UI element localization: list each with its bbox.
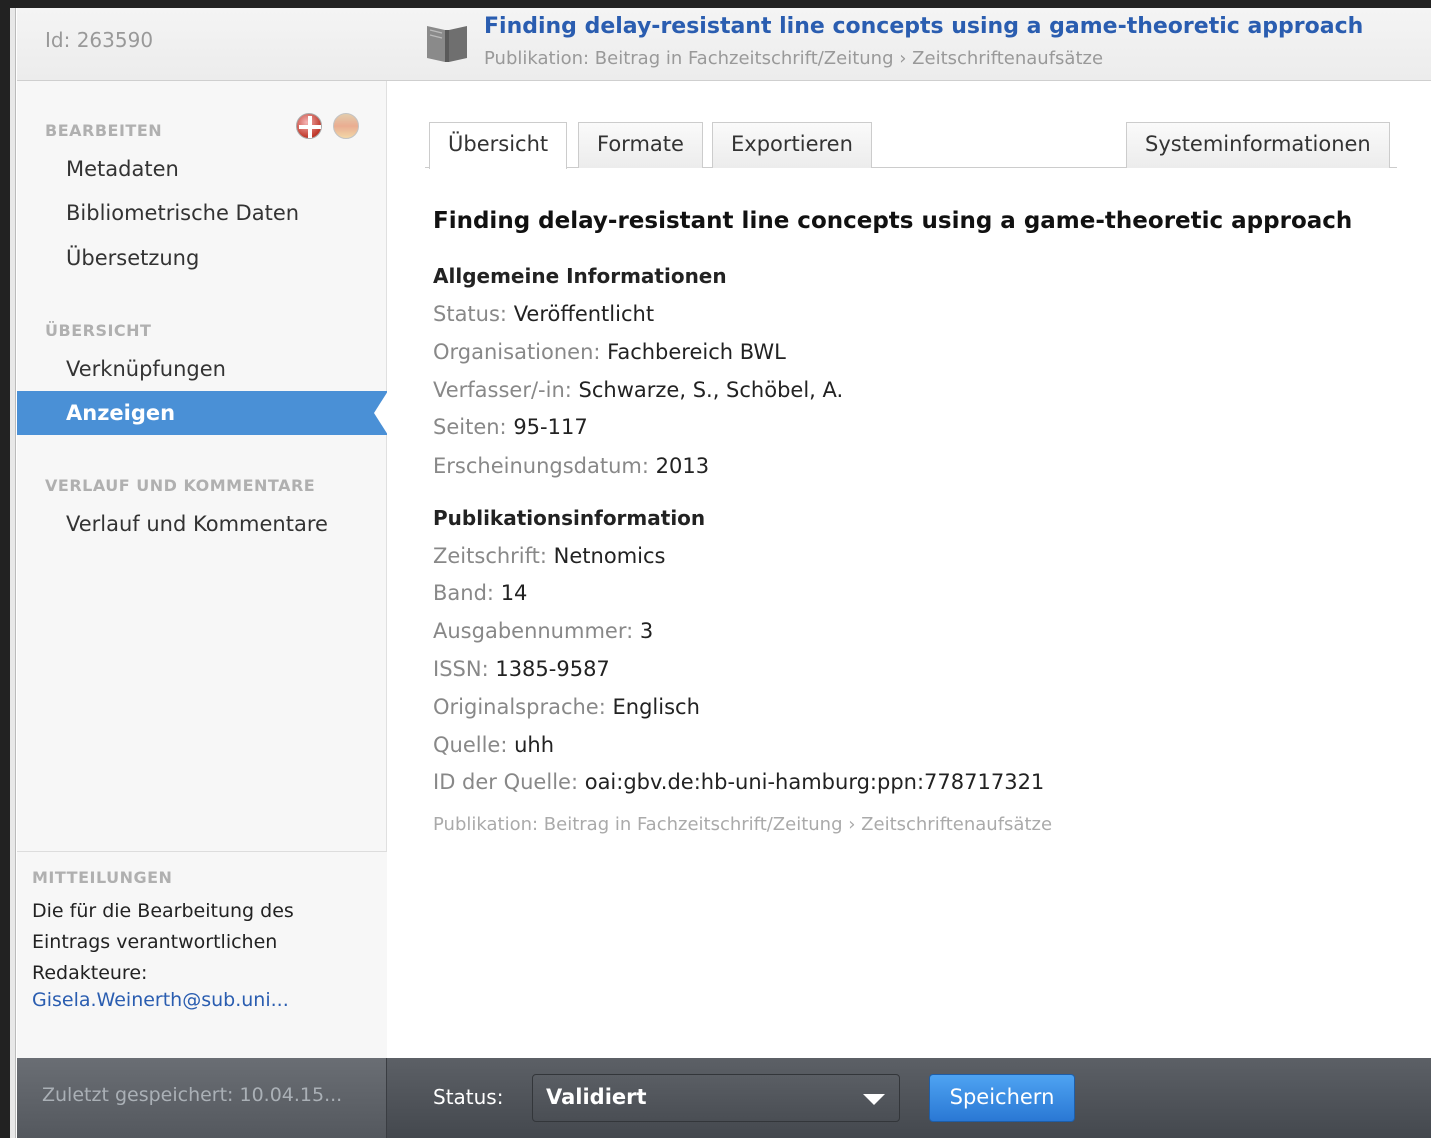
header-title: Finding delay-resistant line concepts us…: [484, 14, 1364, 39]
footer-breadcrumb: Publikation: Beitrag in Fachzeitschrift/…: [433, 814, 1053, 835]
messages-title: MITTEILUNGEN: [32, 868, 173, 887]
sidebar-item-verknuepfungen[interactable]: Verknüpfungen: [17, 347, 387, 391]
sidebar-item-bibliometrische-daten[interactable]: Bibliometrische Daten: [17, 191, 387, 235]
editor-email-link[interactable]: Gisela.Weinerth@sub.uni...: [32, 989, 289, 1011]
active-indicator-arrow: [374, 391, 388, 435]
field-label: Quelle:: [433, 733, 508, 757]
field-value: Netnomics: [553, 544, 666, 568]
uk-flag-icon[interactable]: [296, 113, 322, 139]
field-status: Status: Veröffentlicht: [433, 302, 654, 326]
field-zeitschrift: Zeitschrift: Netnomics: [433, 544, 665, 568]
field-value: 14: [500, 581, 528, 605]
tab-formate[interactable]: Formate: [578, 122, 703, 168]
field-value: 3: [639, 619, 654, 643]
chevron-down-icon: [863, 1094, 885, 1105]
field-value: Fachbereich BWL: [607, 340, 786, 364]
save-button[interactable]: Speichern: [929, 1074, 1075, 1122]
window: Id: 263590 Finding delay-resistant line …: [0, 0, 1431, 1138]
sidebar-item-uebersetzung[interactable]: Übersetzung: [17, 236, 387, 280]
record-id: Id: 263590: [45, 28, 154, 52]
field-value: 1385-9587: [495, 657, 610, 681]
field-value: 95-117: [513, 415, 588, 439]
book-icon: [427, 26, 467, 62]
field-value: oai:gbv.de:hb-uni-hamburg:ppn:778717321: [584, 770, 1045, 794]
sidebar-item-anzeigen[interactable]: Anzeigen: [17, 391, 388, 435]
field-value: Veröffentlicht: [513, 302, 655, 326]
field-seiten: Seiten: 95-117: [433, 415, 588, 439]
sidebar-item-verlauf-und-kommentare[interactable]: Verlauf und Kommentare: [17, 502, 387, 546]
field-value: Englisch: [612, 695, 700, 719]
tab-bar: Übersicht Formate Exportieren Systeminfo…: [425, 122, 1397, 169]
sidebar-section-uebersicht: ÜBERSICHT: [45, 321, 152, 340]
window-inner-edge: [10, 8, 16, 1138]
sidebar-item-label: Anzeigen: [66, 401, 176, 425]
field-label: Status:: [433, 302, 507, 326]
main-content: Übersicht Formate Exportieren Systeminfo…: [388, 81, 1431, 1058]
header: Id: 263590 Finding delay-resistant line …: [17, 8, 1431, 81]
field-label: Seiten:: [433, 415, 507, 439]
field-value: 2013: [655, 454, 710, 478]
sidebar-section-verlauf: VERLAUF UND KOMMENTARE: [45, 476, 316, 495]
bottom-left-panel: Zuletzt gespeichert: 10.04.15...: [17, 1058, 387, 1138]
field-label: ISSN:: [433, 657, 489, 681]
messages-text: Die für die Bearbeitung des Eintrags ver…: [32, 900, 294, 984]
page-title: Finding delay-resistant line concepts us…: [433, 208, 1353, 234]
messages-panel: MITTEILUNGEN Die für die Bearbeitung des…: [17, 851, 387, 1058]
section-heading-general: Allgemeine Informationen: [433, 264, 727, 288]
field-label: ID der Quelle:: [433, 770, 579, 794]
field-label: Originalsprache:: [433, 695, 606, 719]
sidebar-section-bearbeiten: BEARBEITEN: [45, 121, 163, 140]
bottom-toolbar: Zuletzt gespeichert: 10.04.15... Status:…: [17, 1058, 1431, 1138]
status-select-value: Validiert: [546, 1085, 647, 1109]
field-ausgabennummer: Ausgabennummer: 3: [433, 619, 653, 643]
field-id-der-quelle: ID der Quelle: oai:gbv.de:hb-uni-hamburg…: [433, 770, 1044, 794]
field-erscheinungsdatum: Erscheinungsdatum: 2013: [433, 454, 709, 478]
window-frame-left: [0, 0, 10, 1138]
field-label: Band:: [433, 581, 494, 605]
status-select[interactable]: Validiert: [532, 1074, 900, 1122]
status-label: Status:: [433, 1085, 504, 1109]
field-value: uhh: [514, 733, 555, 757]
field-label: Erscheinungsdatum:: [433, 454, 649, 478]
window-frame-top: [0, 0, 1431, 8]
field-quelle: Quelle: uhh: [433, 733, 554, 757]
sidebar-item-metadaten[interactable]: Metadaten: [17, 147, 387, 191]
tab-exportieren[interactable]: Exportieren: [712, 122, 872, 168]
field-value: Schwarze, S., Schöbel, A.: [578, 378, 844, 402]
field-originalsprache: Originalsprache: Englisch: [433, 695, 700, 719]
field-issn: ISSN: 1385-9587: [433, 657, 610, 681]
sidebar: BEARBEITEN Metadaten Bibliometrische Dat…: [17, 81, 388, 1058]
last-saved-text: Zuletzt gespeichert: 10.04.15...: [42, 1084, 343, 1106]
section-heading-publication: Publikationsinformation: [433, 506, 706, 530]
de-flag-icon[interactable]: [333, 113, 359, 139]
header-breadcrumb: Publikation: Beitrag in Fachzeitschrift/…: [484, 48, 1104, 69]
field-organisationen: Organisationen: Fachbereich BWL: [433, 340, 786, 364]
field-label: Ausgabennummer:: [433, 619, 634, 643]
field-verfasser: Verfasser/-in: Schwarze, S., Schöbel, A.: [433, 378, 843, 402]
field-band: Band: 14: [433, 581, 527, 605]
field-label: Zeitschrift:: [433, 544, 547, 568]
field-label: Organisationen:: [433, 340, 601, 364]
tab-uebersicht[interactable]: Übersicht: [429, 122, 568, 169]
field-label: Verfasser/-in:: [433, 378, 572, 402]
tab-systeminformationen[interactable]: Systeminformationen: [1126, 122, 1390, 168]
